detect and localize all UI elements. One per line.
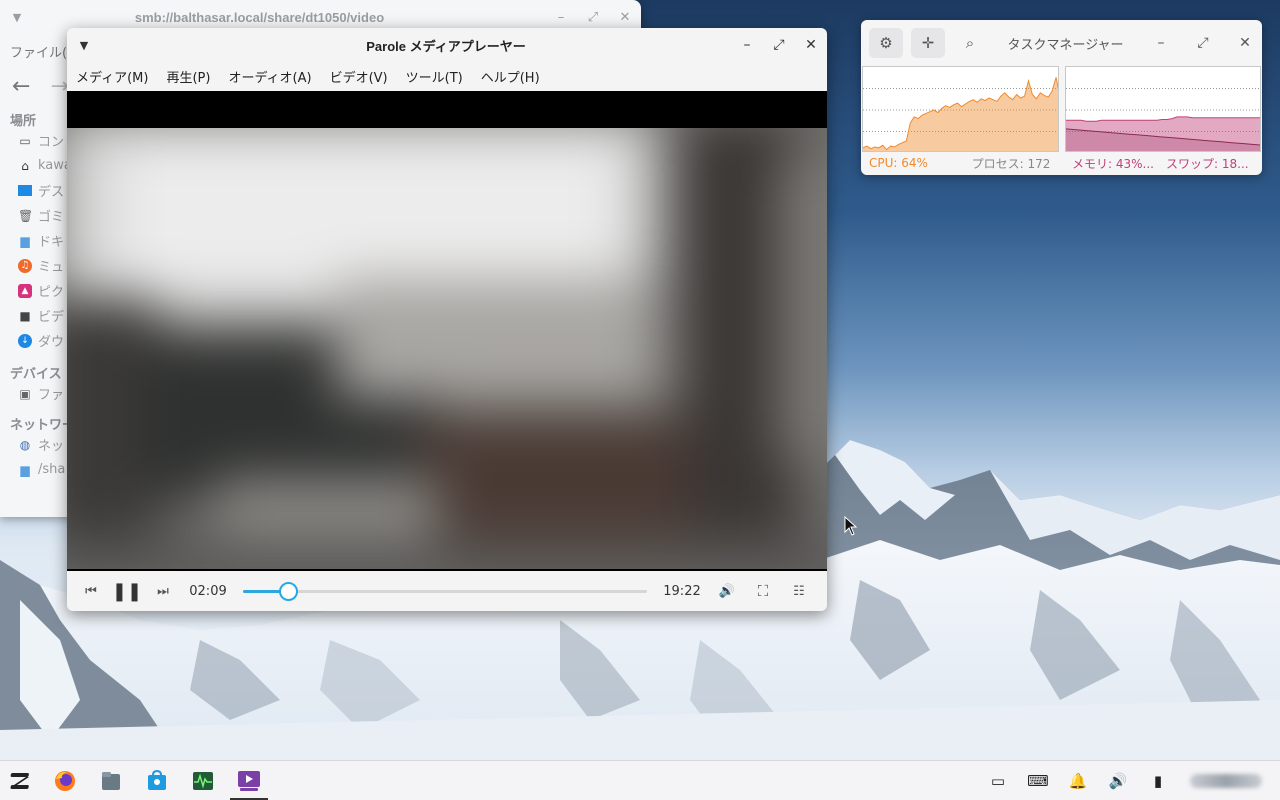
seek-handle[interactable] — [278, 582, 298, 601]
crosshair-icon[interactable]: ✛ — [911, 28, 945, 58]
seek-track — [243, 590, 647, 593]
volume-icon[interactable]: 🔊 — [709, 584, 745, 599]
menu-help[interactable]: ヘルプ(H) — [481, 67, 540, 86]
fullscreen-icon[interactable]: ⛶ — [745, 582, 781, 600]
taskbar: ▭ ⌨ 🔔 🔊 ▮ — [0, 760, 1280, 800]
home-icon: ⌂ — [21, 158, 29, 173]
swap-usage-label: スワップ: 18... — [1166, 156, 1249, 171]
system-monitor-icon[interactable] — [180, 761, 226, 800]
video-area[interactable] — [67, 91, 827, 571]
videos-icon: ■ — [19, 308, 31, 323]
pause-icon[interactable]: ❚❚ — [109, 581, 145, 602]
total-time: 19:22 — [663, 583, 701, 599]
computer-icon: ▭ — [19, 133, 31, 148]
task-manager-title: タスクマネージャー — [1007, 37, 1124, 53]
volume-icon[interactable]: 🔊 — [1098, 761, 1138, 800]
keyboard-icon[interactable]: ⌨ — [1018, 761, 1058, 800]
playlist-icon[interactable]: ☷ — [781, 584, 817, 599]
current-time: 02:09 — [189, 583, 227, 599]
clock-blurred[interactable] — [1190, 773, 1262, 788]
pictures-icon: ▲ — [18, 283, 32, 298]
trash-icon: 🗑 — [18, 208, 34, 223]
folder-icon: ▆ — [20, 233, 30, 248]
minimize-icon[interactable]: – — [545, 10, 577, 25]
maximize-icon[interactable]: ⤢ — [1186, 35, 1220, 51]
maximize-icon[interactable]: ⤢ — [763, 37, 795, 53]
close-icon[interactable]: ✕ — [795, 37, 827, 53]
memory-history-chart — [1065, 88, 1261, 151]
download-icon: ↓ — [18, 333, 32, 348]
bell-icon[interactable]: 🔔 — [1058, 761, 1098, 800]
media-player-titlebar[interactable]: ▼ Parole メディアプレーヤー – ⤢ ✕ — [67, 28, 827, 62]
cpu-history-chart — [862, 77, 1058, 151]
minimize-icon[interactable]: – — [731, 37, 763, 53]
system-tray: ▭ ⌨ 🔔 🔊 ▮ — [978, 761, 1280, 800]
firefox-icon[interactable] — [42, 761, 88, 800]
media-player-window[interactable]: ▼ Parole メディアプレーヤー – ⤢ ✕ メディア(M) 再生(P) オ… — [67, 28, 827, 611]
battery-icon[interactable]: ▮ — [1138, 761, 1178, 800]
seek-bar[interactable] — [243, 581, 647, 601]
blurred-video-content — [67, 128, 827, 569]
monitor-graphs — [861, 66, 1262, 152]
process-count-label: プロセス: 172 — [971, 156, 1051, 171]
menu-video[interactable]: ビデオ(V) — [330, 67, 388, 86]
window-menu-icon[interactable]: ▼ — [0, 11, 34, 24]
task-manager-toolbar: ⚙ ✛ ⌕ タスクマネージャー – ⤢ ✕ — [861, 20, 1262, 66]
media-player-title: Parole メディアプレーヤー — [366, 38, 526, 54]
minimize-icon[interactable]: – — [1144, 35, 1178, 51]
cpu-graph — [862, 66, 1059, 152]
music-icon: ♫ — [18, 258, 32, 273]
network-icon: ◍ — [19, 437, 31, 452]
maximize-icon[interactable]: ⤢ — [577, 10, 609, 25]
media-player-icon[interactable] — [226, 761, 272, 800]
files-icon[interactable] — [88, 761, 134, 800]
mouse-cursor-icon — [844, 516, 858, 536]
cpu-usage-area — [863, 77, 1058, 151]
file-manager-title: smb://balthasar.local/share/dt1050/video — [134, 9, 385, 25]
menu-media[interactable]: メディア(M) — [76, 67, 148, 86]
desktop-icon — [18, 185, 32, 196]
arrow-left-icon[interactable]: ← — [12, 74, 30, 99]
video-frame — [67, 128, 827, 569]
menu-file[interactable]: ファイル( — [10, 42, 67, 61]
cpu-usage-label: CPU: 64% — [869, 156, 928, 170]
screen-icon[interactable]: ▭ — [978, 761, 1018, 800]
search-icon[interactable]: ⌕ — [953, 28, 987, 58]
memory-usage-label: メモリ: 43%... — [1072, 156, 1154, 171]
zorin-menu-icon[interactable] — [0, 761, 42, 800]
menu-tools[interactable]: ツール(T) — [406, 67, 463, 86]
menu-playback[interactable]: 再生(P) — [166, 67, 210, 86]
drive-icon: ▣ — [19, 386, 31, 401]
playback-controls: ⏮ ❚❚ ⏭ 02:09 19:22 🔊 ⛶ ☷ — [67, 571, 827, 611]
media-player-menubar: メディア(M) 再生(P) オーディオ(A) ビデオ(V) ツール(T) ヘルプ… — [67, 62, 827, 91]
gear-icon[interactable]: ⚙ — [869, 28, 903, 58]
software-store-icon[interactable] — [134, 761, 180, 800]
monitor-stats: CPU: 64% プロセス: 172 メモリ: 43%... スワップ: 18.… — [861, 152, 1262, 174]
close-icon[interactable]: ✕ — [609, 10, 641, 25]
network-folder-icon: ▆ — [20, 462, 30, 477]
window-menu-icon[interactable]: ▼ — [67, 39, 101, 52]
close-icon[interactable]: ✕ — [1228, 35, 1262, 51]
memory-graph — [1064, 66, 1261, 152]
menu-audio[interactable]: オーディオ(A) — [228, 67, 311, 86]
skip-previous-icon[interactable]: ⏮ — [73, 584, 109, 599]
skip-next-icon[interactable]: ⏭ — [145, 584, 181, 599]
task-manager-window[interactable]: ⚙ ✛ ⌕ タスクマネージャー – ⤢ ✕ CPU: 64% プロセス: 172… — [861, 20, 1262, 175]
